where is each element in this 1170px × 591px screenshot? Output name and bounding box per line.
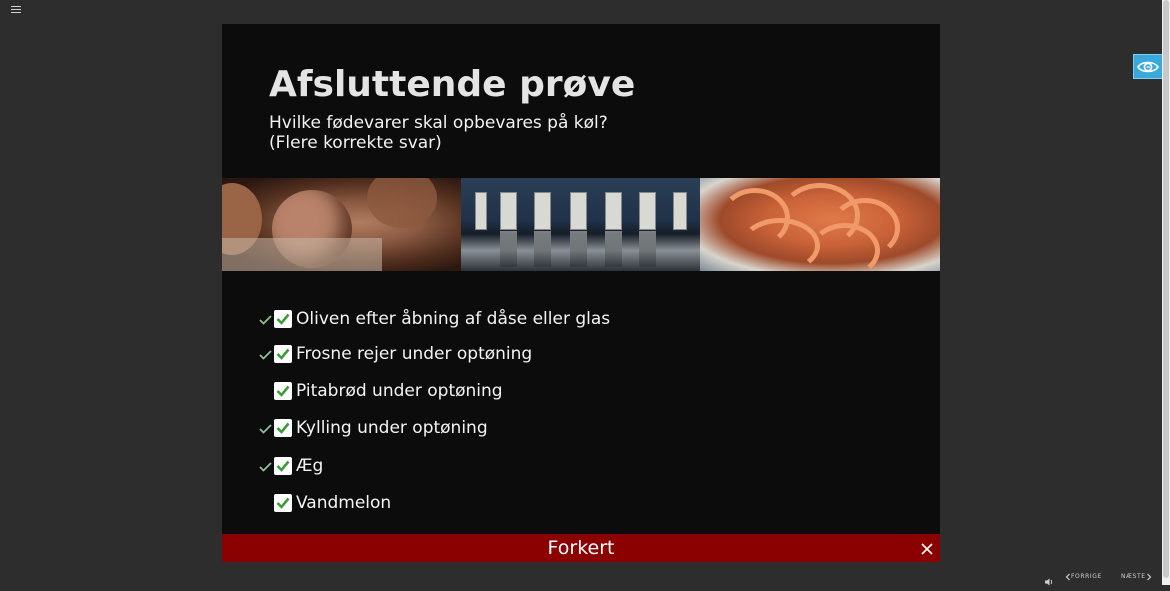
scrollbar[interactable] [1162, 0, 1170, 585]
scrollbar-thumb[interactable] [1163, 0, 1169, 578]
next-label: NÆSTE [1121, 573, 1146, 580]
doors-photo [461, 178, 700, 271]
close-icon[interactable] [920, 541, 934, 555]
option-frosne-rejer[interactable]: Frosne rejer under optøning [259, 342, 532, 366]
image-strip [222, 178, 940, 271]
option-label: Æg [296, 456, 324, 476]
correct-check-icon [259, 419, 274, 438]
player-controls: FORRIGE NÆSTE [1040, 571, 1160, 586]
chevron-right-icon [1146, 573, 1151, 581]
previous-label: FORRIGE [1071, 573, 1102, 580]
feedback-text: Forkert [547, 537, 615, 559]
option-aeg[interactable]: Æg [259, 454, 323, 478]
option-kylling[interactable]: Kylling under optøning [259, 416, 488, 440]
question-text: Hvilke fødevarer skal opbevares på køl? … [269, 113, 608, 153]
menu-icon[interactable] [11, 6, 21, 14]
accessibility-eye-button[interactable] [1133, 54, 1163, 79]
eggs-photo [222, 178, 461, 271]
option-pitabroed[interactable]: Pitabrød under optøning [259, 379, 503, 403]
previous-button[interactable]: FORRIGE [1065, 571, 1102, 583]
next-button[interactable]: NÆSTE [1121, 571, 1152, 583]
checkbox-checked-icon[interactable] [274, 494, 292, 512]
option-vandmelon[interactable]: Vandmelon [259, 491, 391, 515]
eye-icon [1137, 61, 1159, 72]
option-label: Kylling under optøning [296, 418, 488, 438]
option-label: Vandmelon [296, 493, 392, 513]
correct-check-icon [259, 345, 274, 364]
slide-title: Afsluttende prøve [269, 64, 636, 105]
checkbox-checked-icon[interactable] [274, 345, 292, 363]
checkbox-checked-icon[interactable] [274, 457, 292, 475]
shrimp-photo [700, 178, 940, 271]
option-label: Oliven efter åbning af dåse eller glas [296, 309, 611, 329]
option-label: Pitabrød under optøning [296, 381, 503, 401]
checkbox-checked-icon[interactable] [274, 310, 292, 328]
correct-check-icon [259, 310, 274, 329]
feedback-banner: Forkert [222, 534, 940, 562]
question-line-2: (Flere korrekte svar) [269, 133, 442, 153]
question-line-1: Hvilke fødevarer skal opbevares på køl? [269, 113, 608, 133]
correct-check-icon [259, 457, 274, 476]
volume-icon[interactable] [1044, 572, 1054, 591]
option-label: Frosne rejer under optøning [296, 344, 533, 364]
checkbox-checked-icon[interactable] [274, 382, 292, 400]
checkbox-checked-icon[interactable] [274, 419, 292, 437]
option-oliven[interactable]: Oliven efter åbning af dåse eller glas [259, 307, 610, 331]
quiz-slide: Afsluttende prøve Hvilke fødevarer skal … [222, 24, 940, 562]
answer-options: Oliven efter åbning af dåse eller glas F… [259, 299, 859, 559]
